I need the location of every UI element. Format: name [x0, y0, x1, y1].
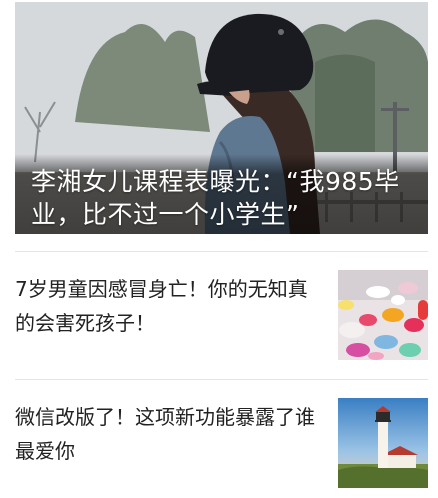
lighthouse-image [338, 398, 428, 488]
hero-article-title[interactable]: 李湘女儿课程表曝光：“我985毕业，比不过一个小学生” [31, 165, 408, 231]
article-item[interactable]: 7岁男童因感冒身亡！你的无知真的会害死孩子！ [15, 270, 428, 360]
pills-image [338, 270, 428, 360]
news-feed: 李湘女儿课程表曝光：“我985毕业，比不过一个小学生” 7岁男童因感冒身亡！你的… [0, 0, 438, 498]
article-title[interactable]: 微信改版了！这项新功能暴露了谁最爱你 [15, 400, 315, 468]
divider [15, 251, 428, 252]
divider [15, 379, 428, 380]
article-thumbnail[interactable] [338, 270, 428, 360]
hero-article-card[interactable]: 李湘女儿课程表曝光：“我985毕业，比不过一个小学生” [15, 2, 428, 234]
article-thumbnail[interactable] [338, 398, 428, 488]
article-title[interactable]: 7岁男童因感冒身亡！你的无知真的会害死孩子！ [15, 272, 315, 340]
article-item[interactable]: 微信改版了！这项新功能暴露了谁最爱你 [15, 398, 428, 488]
